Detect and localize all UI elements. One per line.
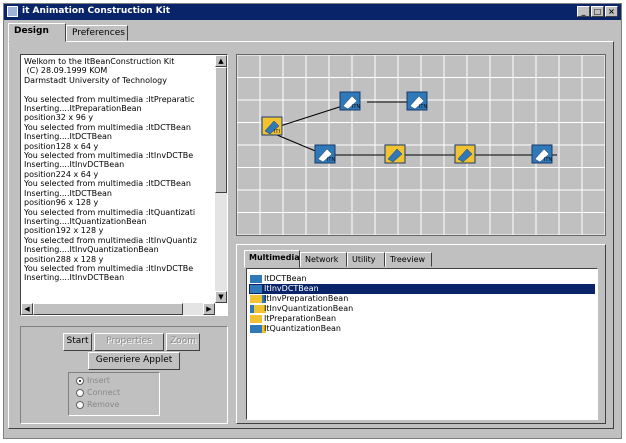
log-vertical-scrollbar[interactable]: ▲ ▼ <box>215 55 227 303</box>
log-line: You selected from multimedia :ItDCTBean <box>24 179 191 189</box>
hscroll-thumb[interactable] <box>33 303 183 315</box>
scroll-down-button[interactable]: ▼ <box>215 291 227 303</box>
log-line: position96 x 128 y <box>24 198 99 208</box>
log-line: Inserting....ItDCTBean <box>24 188 112 198</box>
log-line: position32 x 96 y <box>24 113 94 123</box>
radio-dot-icon <box>76 401 84 409</box>
radio-dot-icon <box>76 377 84 385</box>
log-line: You selected from multimedia :ItPreparat… <box>24 94 195 104</box>
mode-radio-group: Insert Connect Remove <box>68 372 160 416</box>
tab-design[interactable]: Design <box>8 23 66 42</box>
tab-treeview[interactable]: Treeview <box>385 252 432 267</box>
log-line: You selected from multimedia :ItInvDCTBe <box>24 263 194 273</box>
log-line: Inserting....ItInvDCTBean <box>24 160 125 170</box>
canvas-bean-dct-icon[interactable]: ITN <box>314 144 336 164</box>
log-horizontal-scrollbar[interactable]: ◀ ▶ <box>21 303 215 315</box>
canvas-bean-preparation-icon[interactable]: ITI <box>261 116 283 136</box>
scroll-right-button[interactable]: ▶ <box>203 303 215 315</box>
scroll-left-button[interactable]: ◀ <box>21 303 33 315</box>
list-item[interactable]: ItInvPreparationBean <box>249 294 595 304</box>
scroll-thumb[interactable] <box>215 67 227 193</box>
log-line: Inserting....ItInvDCTBean <box>24 273 125 283</box>
log-line: Inserting....ItQuantizationBean <box>24 216 147 226</box>
bean-label: ITN <box>352 104 360 110</box>
bean-label: ITN <box>327 157 335 163</box>
bean-label: ITI <box>274 129 280 135</box>
tab-multimedia[interactable]: Multimedia <box>244 250 300 268</box>
bean-label: ITN <box>544 157 552 163</box>
log-line: Welkom to the ItBeanConstruction Kit <box>24 57 175 66</box>
start-button[interactable]: Start <box>63 333 92 351</box>
bean-list[interactable]: ItDCTBean ItInvDCTBean ItInvPreparationB… <box>246 268 598 420</box>
log-line: Inserting....ItInvQuantizationBean <box>24 245 159 255</box>
tab-preferences[interactable]: Preferences <box>66 25 128 41</box>
design-canvas[interactable]: ITI ITN ITN ITN ITN <box>236 54 606 236</box>
canvas-bean-inv-dct-icon[interactable]: ITN <box>406 91 428 111</box>
close-button[interactable]: × <box>605 6 618 17</box>
log-line: You selected from multimedia :ItDCTBean <box>24 122 191 132</box>
log-line: position288 x 128 y <box>24 254 104 264</box>
log-line: (C) 28.09.1999 KOM <box>24 66 108 76</box>
title-bar[interactable]: it Animation Construction Kit _ □ × <box>4 4 621 20</box>
maximize-button[interactable]: □ <box>591 6 604 17</box>
canvas-bean-inv-dct-icon[interactable]: ITN <box>531 144 553 164</box>
generate-applet-button[interactable]: Generiere Applet <box>88 352 180 370</box>
list-item[interactable]: ItDCTBean <box>249 274 595 284</box>
log-line: position224 x 64 y <box>24 169 99 179</box>
window-title: it Animation Construction Kit <box>22 6 171 16</box>
log-text: Welkom to the ItBeanConstruction Kit (C)… <box>24 57 214 283</box>
list-item[interactable]: ItQuantizationBean <box>249 324 595 334</box>
bean-label: ITN <box>419 104 427 110</box>
log-line: You selected from multimedia :ItQuantiza… <box>24 207 196 217</box>
canvas-bean-quantization-icon[interactable] <box>384 144 406 164</box>
log-area[interactable]: Welkom to the ItBeanConstruction Kit (C)… <box>20 54 228 316</box>
list-item[interactable]: ItInvDCTBean <box>249 284 595 294</box>
log-line: Inserting....ItPreparationBean <box>24 104 142 114</box>
bean-icon <box>250 275 262 283</box>
bean-icon <box>250 285 262 293</box>
log-line: position128 x 64 y <box>24 141 99 151</box>
radio-dot-icon <box>76 389 84 397</box>
minimize-button[interactable]: _ <box>577 6 590 17</box>
tab-network[interactable]: Network <box>300 252 347 267</box>
properties-button[interactable]: Properties <box>94 333 164 351</box>
canvas-bean-dct-icon[interactable]: ITN <box>339 91 361 111</box>
canvas-bean-inv-quantization-icon[interactable] <box>454 144 476 164</box>
bean-icon <box>250 315 262 323</box>
log-line: You selected from multimedia :ItInvDCTBe <box>24 151 194 161</box>
log-line: You selected from multimedia :ItInvQuant… <box>24 235 197 245</box>
log-line: Darmstadt University of Technology <box>24 75 167 85</box>
log-line: position192 x 128 y <box>24 226 104 236</box>
log-line: Inserting....ItDCTBean <box>24 132 112 142</box>
app-icon <box>7 6 18 17</box>
tab-utility[interactable]: Utility <box>347 252 385 267</box>
zoom-button[interactable]: Zoom <box>166 333 200 351</box>
list-item[interactable]: ItPreparationBean <box>249 314 595 324</box>
scroll-up-button[interactable]: ▲ <box>215 55 227 67</box>
list-item[interactable]: ItInvQuantizationBean <box>249 304 595 314</box>
